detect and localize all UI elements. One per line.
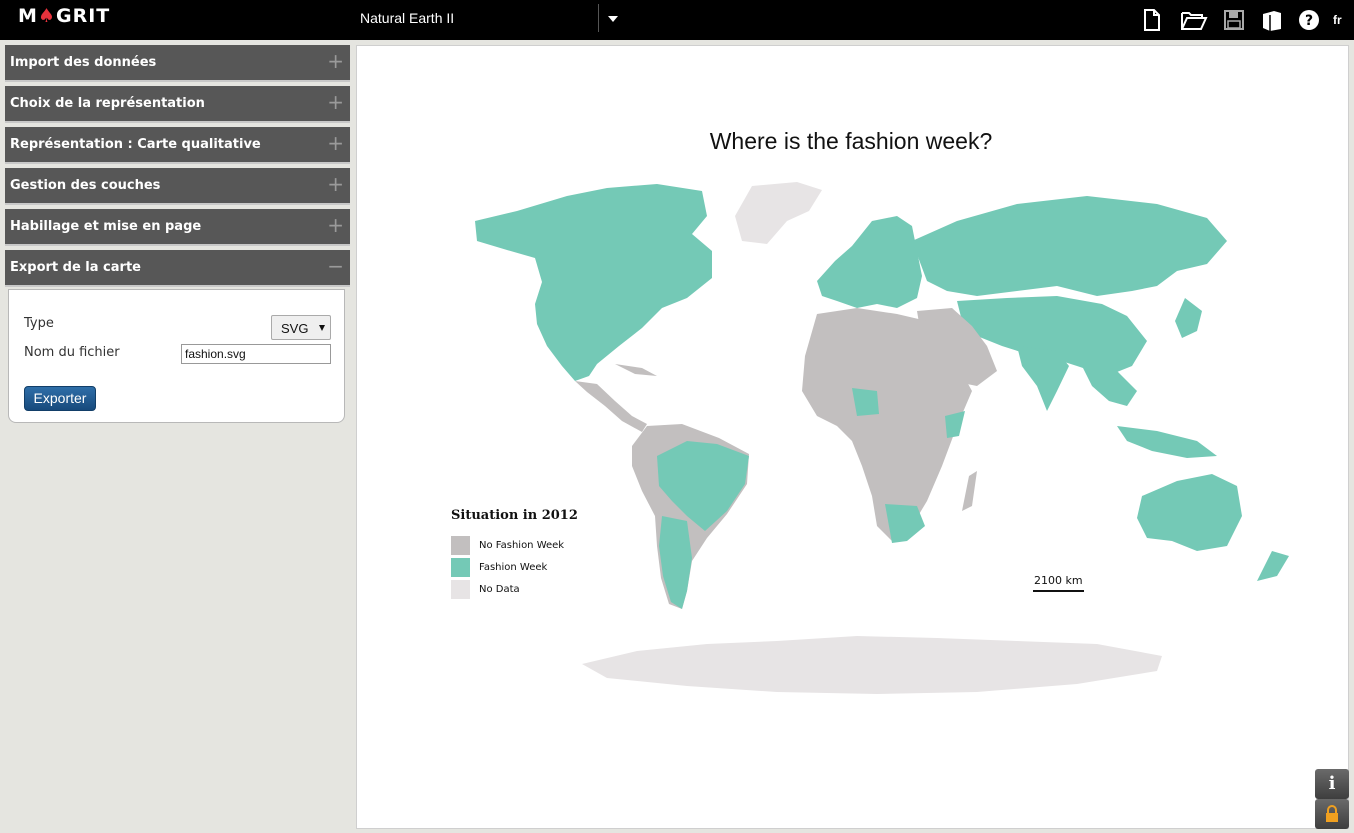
map-region [1137,474,1242,551]
section-title: Représentation : Carte qualitative [10,137,261,152]
export-panel: Type SVG Nom du fichier fashion.svg Expo… [8,289,345,423]
chevron-down-icon[interactable] [608,16,618,22]
scale-bar[interactable]: 2100 km [1033,574,1084,592]
section-import[interactable]: Import des données + [5,45,350,82]
map-region [475,184,712,381]
expand-icon[interactable]: + [327,131,344,155]
map-region [615,364,657,376]
map-region [575,381,647,432]
help-icon[interactable]: ? [1297,8,1321,32]
expand-icon[interactable]: + [327,172,344,196]
map-region [659,516,692,609]
legend-label: No Data [479,584,520,595]
projection-select[interactable]: Natural Earth II [352,4,628,32]
type-select[interactable]: SVG [271,315,331,340]
section-title: Export de la carte [10,260,141,275]
section-layout[interactable]: Habillage et mise en page + [5,209,350,246]
section-title: Habillage et mise en page [10,219,202,234]
filename-label: Nom du fichier [24,345,120,360]
open-folder-icon[interactable] [1180,8,1208,32]
legend-swatch [451,558,470,577]
section-title: Choix de la représentation [10,96,205,111]
scale-line [1033,590,1084,592]
svg-text:?: ? [1305,13,1313,29]
section-export[interactable]: Export de la carte − [5,250,350,287]
section-qualitative-map[interactable]: Représentation : Carte qualitative + [5,127,350,164]
app-logo: M♠GRIT [18,5,111,27]
legend-title[interactable]: Situation in 2012 [451,508,578,523]
world-map[interactable] [357,46,1350,830]
projection-separator [598,4,599,32]
map-region [1175,298,1202,338]
map-canvas[interactable]: Where is the fashion week? Situation in … [356,45,1349,829]
book-icon[interactable] [1260,8,1284,32]
export-button[interactable]: Exporter [24,386,96,411]
language-toggle[interactable]: fr [1333,13,1342,27]
filename-input[interactable]: fashion.svg [181,344,331,364]
map-region [1257,551,1289,581]
save-icon[interactable] [1222,8,1246,32]
collapse-icon[interactable]: − [327,254,344,278]
section-layers[interactable]: Gestion des couches + [5,168,350,205]
top-bar: M♠GRIT Natural Earth II ? fr [0,0,1354,40]
type-label: Type [24,316,54,331]
map-region [817,216,922,308]
section-representation-choice[interactable]: Choix de la représentation + [5,86,350,123]
expand-icon[interactable]: + [327,90,344,114]
legend-swatch [451,536,470,555]
info-icon[interactable]: i [1315,769,1349,799]
lock-icon[interactable] [1315,799,1349,829]
new-file-icon[interactable] [1140,8,1164,32]
map-region [1082,366,1137,406]
map-region [912,196,1227,296]
section-title: Import des données [10,55,157,70]
legend-swatch [451,580,470,599]
map-region [1117,426,1217,458]
expand-icon[interactable]: + [327,213,344,237]
legend-label: Fashion Week [479,562,548,573]
expand-icon[interactable]: + [327,49,344,73]
map-region [582,636,1162,694]
chevron-down-icon [319,325,325,331]
map-region [962,471,977,511]
legend-label: No Fashion Week [479,540,565,551]
map-region [735,182,822,244]
scale-label: 2100 km [1034,574,1083,587]
type-select-value: SVG [281,321,309,336]
section-title: Gestion des couches [10,178,161,193]
projection-label: Natural Earth II [360,10,455,26]
